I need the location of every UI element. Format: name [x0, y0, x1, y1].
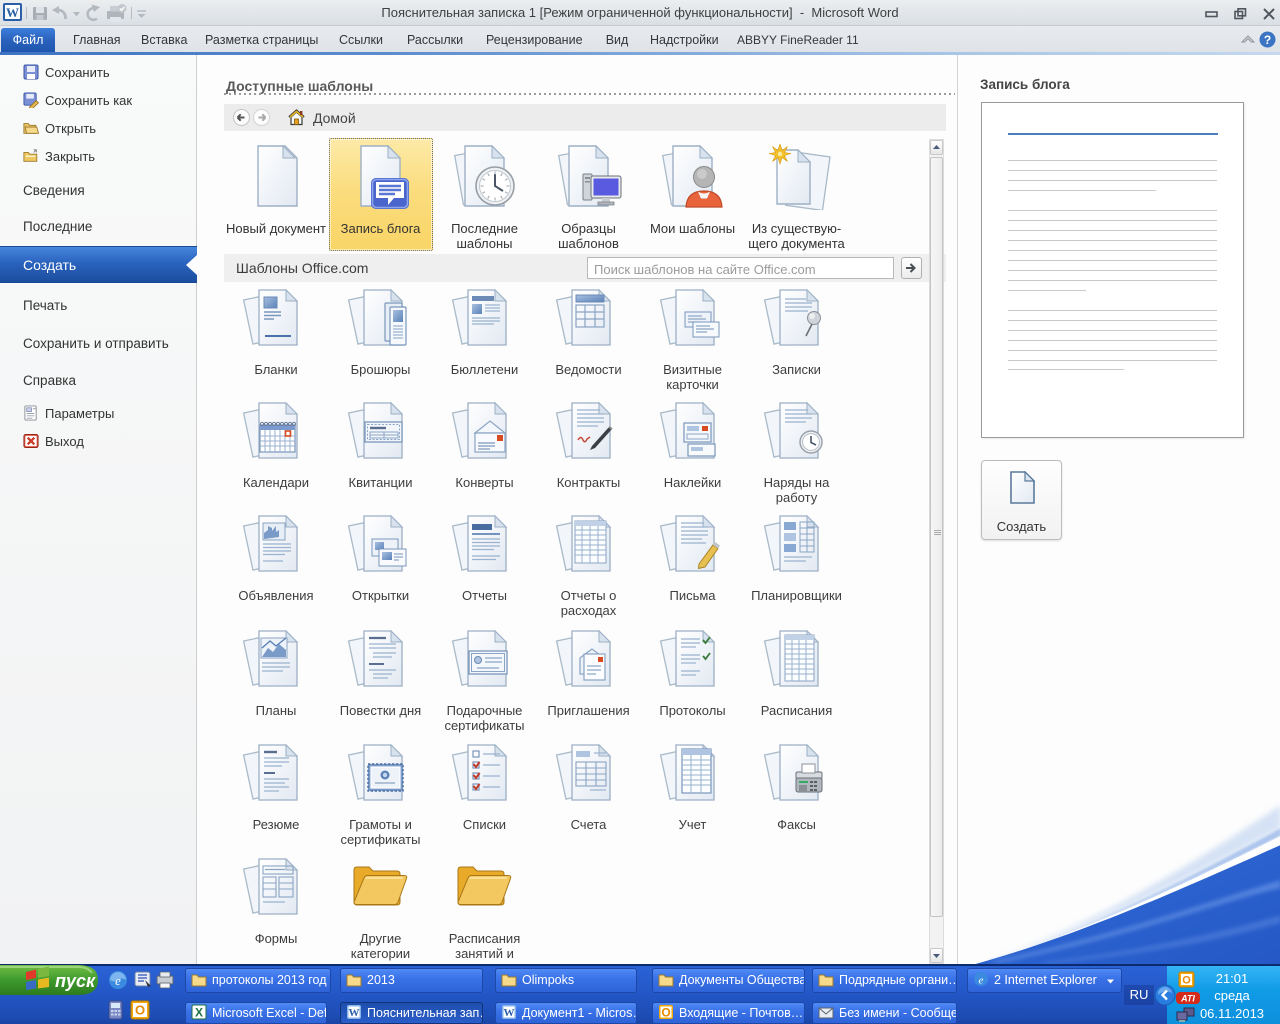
svg-text:e: e — [979, 975, 984, 987]
svg-text:O: O — [1182, 975, 1191, 987]
svg-text:ATI: ATI — [1180, 994, 1195, 1004]
svg-text:W: W — [504, 1007, 515, 1019]
svg-text:W: W — [349, 1007, 360, 1019]
svg-text:O: O — [661, 1006, 670, 1020]
svg-text:e: e — [115, 973, 121, 988]
svg-text:X: X — [195, 1006, 203, 1020]
svg-text:пуск: пуск — [55, 971, 96, 991]
svg-text:O: O — [135, 1003, 145, 1018]
svg-text:?: ? — [1264, 33, 1271, 47]
